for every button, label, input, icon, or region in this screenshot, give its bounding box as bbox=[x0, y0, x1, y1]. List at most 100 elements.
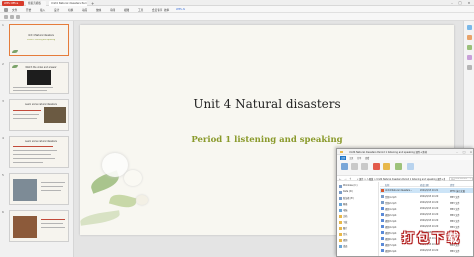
nav-item[interactable]: 音乐 bbox=[343, 232, 347, 236]
file-type: MP3 文件 bbox=[450, 202, 460, 205]
back-arrow-icon[interactable]: ← bbox=[339, 177, 342, 181]
menu-wps-ai[interactable]: WPS AI bbox=[176, 8, 185, 11]
text-line bbox=[13, 90, 47, 91]
column-date[interactable]: 修改日期 bbox=[420, 183, 429, 187]
slide-thumbnail-6[interactable] bbox=[9, 210, 69, 242]
folder-icon bbox=[339, 215, 342, 218]
copy-icon[interactable] bbox=[351, 163, 358, 170]
hamburger-icon[interactable] bbox=[4, 7, 8, 12]
slide-thumbnail-1[interactable]: Unit 4 Natural disasters Period 1 listen… bbox=[9, 24, 69, 56]
computer-icon bbox=[339, 209, 342, 212]
menu-efficiency[interactable]: 效率 bbox=[164, 8, 169, 12]
text-line bbox=[41, 182, 65, 183]
menu-design[interactable]: 设计 bbox=[54, 8, 59, 12]
design-icon[interactable] bbox=[467, 35, 472, 40]
nav-item[interactable]: 电脑 bbox=[343, 208, 347, 212]
slide-thumbnail-pane: 1 Unit 4 Natural disasters Period 1 list… bbox=[0, 21, 74, 257]
up-arrow-icon[interactable]: ↑ bbox=[349, 177, 352, 181]
file-name: Unit4 Natural disasters... bbox=[385, 189, 413, 192]
nav-item[interactable]: 新加卷 (E:) bbox=[343, 196, 354, 200]
save-icon[interactable] bbox=[16, 15, 20, 19]
text-line bbox=[41, 186, 63, 187]
undo-icon[interactable] bbox=[4, 15, 8, 19]
slide-subtitle[interactable]: Period 1 listening and speaking bbox=[80, 135, 454, 145]
menu-view[interactable]: 视图 bbox=[124, 8, 129, 12]
paste-icon[interactable] bbox=[361, 163, 368, 170]
new-folder-icon[interactable] bbox=[383, 163, 390, 170]
nav-item[interactable]: 图片 bbox=[343, 226, 347, 230]
thumb-number: 2 bbox=[2, 62, 4, 66]
column-type[interactable]: 类型 bbox=[450, 183, 454, 187]
transition-icon[interactable] bbox=[467, 55, 472, 60]
menu-home[interactable]: 开始 bbox=[26, 8, 31, 12]
nav-item[interactable]: 下载 bbox=[343, 220, 347, 224]
thumb-number: 6 bbox=[2, 210, 4, 214]
nav-item[interactable]: 视频 bbox=[343, 238, 347, 242]
file-row[interactable]: 音频2.mp3 2024/4/13 10:20 MP3 文件 bbox=[380, 200, 473, 205]
desktop-icon bbox=[339, 245, 342, 248]
video-file-icon bbox=[381, 243, 384, 246]
download-watermark: 打包下载 bbox=[398, 226, 466, 250]
file-row[interactable]: 视频1.mp4 2024/4/13 10:20 MP4 文件 bbox=[380, 206, 473, 211]
disaster-photo bbox=[13, 216, 37, 238]
file-row[interactable]: 视频3.mp4 2024/4/13 10:20 MP4 文件 bbox=[380, 218, 473, 223]
file-type: MP3 文件 bbox=[450, 196, 460, 199]
forward-arrow-icon[interactable]: → bbox=[344, 177, 347, 181]
slide-thumbnail-3[interactable]: Learn some natural disasters bbox=[9, 99, 69, 131]
file-type: PPTX 演示文稿 bbox=[450, 190, 465, 193]
nav-item[interactable]: Data (D:) bbox=[343, 190, 353, 193]
text-line bbox=[41, 219, 65, 220]
slide-thumbnail-5[interactable] bbox=[9, 173, 69, 205]
menu-insert[interactable]: 插入 bbox=[40, 8, 45, 12]
menu-tools[interactable]: 工具 bbox=[138, 8, 143, 12]
menu-file[interactable]: 文件 bbox=[12, 8, 17, 12]
nav-item[interactable]: 桌面 bbox=[343, 244, 347, 248]
thumb-title: Learn some natural disasters bbox=[25, 140, 57, 143]
explorer-address-bar: ← → ↑ « 课件 > 人教版 > Unit4 Natural disaste… bbox=[337, 176, 473, 181]
file-list-header: 名称 修改日期 类型 bbox=[380, 182, 473, 187]
column-name[interactable]: 名称 bbox=[385, 183, 389, 187]
menu-transitions[interactable]: 切换 bbox=[68, 8, 73, 12]
select-all-icon[interactable] bbox=[407, 163, 414, 170]
delete-icon[interactable] bbox=[373, 163, 380, 170]
file-row[interactable]: 音频1.mp3 2024/4/13 10:20 MP3 文件 bbox=[380, 194, 473, 199]
file-name: 视频3.mp4 bbox=[385, 220, 397, 223]
video-file-icon bbox=[381, 231, 384, 234]
leaf-decoration bbox=[108, 191, 138, 211]
thumb-number: 4 bbox=[2, 136, 4, 140]
address-path[interactable]: « 课件 > 人教版 > Unit4 Natural disasters Per… bbox=[357, 177, 445, 181]
nav-item[interactable]: Windows (C:) bbox=[343, 184, 357, 187]
redo-icon[interactable] bbox=[10, 15, 14, 19]
nav-item[interactable]: 文档 bbox=[343, 214, 347, 218]
more-icon[interactable] bbox=[467, 65, 472, 70]
file-row[interactable]: 视频2.mp4 2024/4/13 10:20 MP4 文件 bbox=[380, 212, 473, 217]
folder-icon bbox=[340, 150, 343, 153]
thumb-title: Watch the video and answer bbox=[25, 66, 57, 69]
slide-thumbnail-2[interactable]: Watch the video and answer bbox=[9, 62, 69, 94]
file-type: MP4 文件 bbox=[450, 214, 460, 217]
video-file-icon bbox=[381, 225, 384, 228]
folder-icon bbox=[339, 221, 342, 224]
file-date: 2024/4/13 10:20 bbox=[420, 195, 439, 198]
menu-review[interactable]: 审阅 bbox=[110, 8, 115, 12]
thumb-title: Learn some natural disasters bbox=[25, 103, 57, 106]
open-icon[interactable] bbox=[395, 163, 402, 170]
menu-slideshow[interactable]: 放映 bbox=[96, 8, 101, 12]
disaster-photo bbox=[13, 179, 37, 201]
slide-thumbnail-4[interactable]: Learn some natural disasters bbox=[9, 136, 69, 168]
explorer-search-input[interactable]: 在 Unit4 Natural... 中搜索 bbox=[449, 176, 473, 181]
leaf-decoration bbox=[80, 210, 121, 226]
video-file-icon bbox=[381, 213, 384, 216]
file-date: 2024/4/13 10:20 bbox=[420, 219, 439, 222]
file-row[interactable]: Unit4 Natural disasters... 2024/4/13 10:… bbox=[380, 188, 473, 193]
file-name: 音频1.mp3 bbox=[385, 196, 397, 199]
text-line bbox=[13, 154, 51, 155]
animation-icon[interactable] bbox=[467, 45, 472, 50]
menu-animation[interactable]: 动画 bbox=[82, 8, 87, 12]
slide-title[interactable]: Unit 4 Natural disasters bbox=[80, 97, 454, 111]
thumb-number: 3 bbox=[2, 99, 4, 103]
properties-icon[interactable] bbox=[467, 25, 472, 30]
menu-member[interactable]: 会员专享 bbox=[152, 8, 162, 12]
nav-item[interactable]: 网络 bbox=[343, 202, 347, 206]
pin-icon[interactable] bbox=[341, 163, 348, 170]
